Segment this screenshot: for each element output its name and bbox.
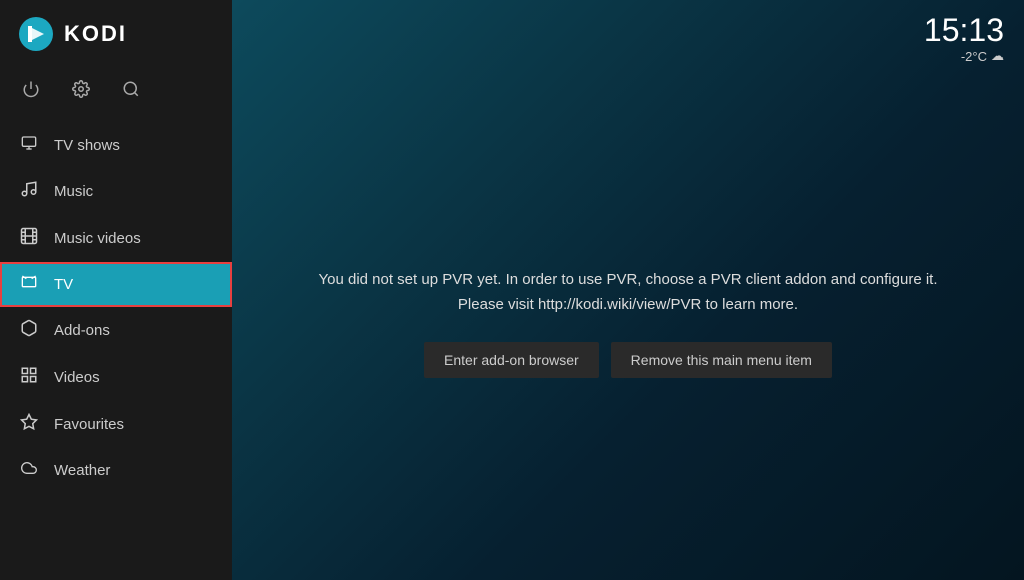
add-ons-label: Add-ons (54, 322, 110, 339)
main-content: 15:13 -2°C ☁ You did not set up PVR yet.… (232, 0, 1024, 580)
temperature-display: -2°C (961, 49, 987, 64)
videos-label: Videos (54, 369, 100, 386)
pvr-buttons: Enter add-on browser Remove this main me… (424, 342, 832, 378)
app-title: KODI (64, 21, 127, 47)
pvr-message-line1: You did not set up PVR yet. In order to … (319, 271, 938, 288)
sidebar-item-music[interactable]: Music (0, 168, 232, 215)
clock-weather: -2°C ☁ (924, 48, 1004, 64)
sidebar-item-add-ons[interactable]: Add-ons (0, 307, 232, 354)
sidebar-item-music-videos[interactable]: Music videos (0, 215, 232, 262)
top-bar: 15:13 -2°C ☁ (232, 0, 1024, 64)
tv-shows-label: TV shows (54, 137, 120, 154)
add-ons-icon (18, 319, 40, 342)
kodi-logo-icon (18, 16, 54, 52)
favourites-label: Favourites (54, 416, 124, 433)
favourites-icon (18, 413, 40, 436)
sidebar-item-tv[interactable]: TV (0, 262, 232, 307)
sidebar-header: KODI (0, 0, 232, 68)
clock-time: 15:13 (924, 14, 1004, 46)
sidebar-item-weather[interactable]: Weather (0, 448, 232, 493)
settings-button[interactable] (68, 76, 94, 107)
videos-icon (18, 366, 40, 389)
music-label: Music (54, 183, 93, 200)
music-videos-label: Music videos (54, 230, 141, 247)
weather-label: Weather (54, 462, 110, 479)
sidebar-item-favourites[interactable]: Favourites (0, 401, 232, 448)
music-videos-icon (18, 227, 40, 250)
enter-addon-browser-button[interactable]: Enter add-on browser (424, 342, 599, 378)
clock-widget: 15:13 -2°C ☁ (924, 14, 1004, 64)
tv-shows-icon (18, 135, 40, 156)
pvr-message-area: You did not set up PVR yet. In order to … (232, 64, 1024, 580)
pvr-message-line2: Please visit http://kodi.wiki/view/PVR t… (458, 296, 798, 313)
sidebar-nav: TV shows Music (0, 123, 232, 580)
search-button[interactable] (118, 76, 144, 107)
sidebar-item-videos[interactable]: Videos (0, 354, 232, 401)
pvr-message: You did not set up PVR yet. In order to … (319, 267, 938, 318)
tv-icon (18, 274, 40, 295)
sidebar-item-tv-shows[interactable]: TV shows (0, 123, 232, 168)
weather-icon (18, 460, 40, 481)
remove-menu-item-button[interactable]: Remove this main menu item (611, 342, 832, 378)
tv-label: TV (54, 276, 73, 293)
sidebar-toolbar (0, 68, 232, 123)
music-icon (18, 180, 40, 203)
weather-condition-icon: ☁ (991, 48, 1004, 64)
power-button[interactable] (18, 76, 44, 107)
sidebar: KODI (0, 0, 232, 580)
